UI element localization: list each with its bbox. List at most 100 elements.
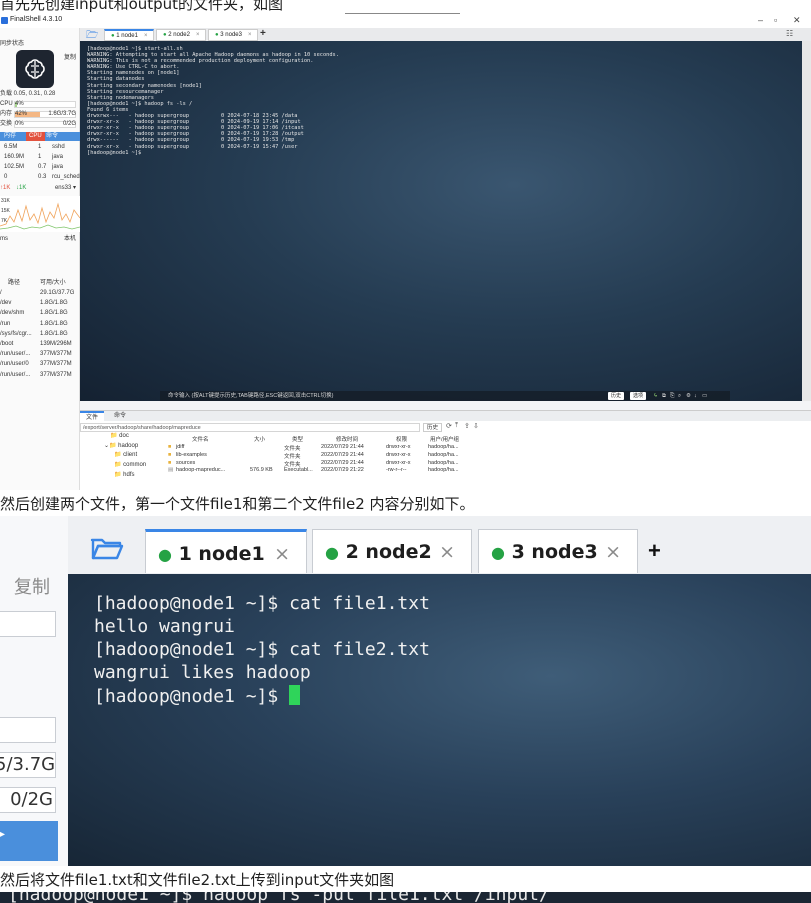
copy-button[interactable]: 复制 — [14, 573, 50, 599]
copy-icon[interactable]: ⧉ — [662, 391, 666, 401]
mem-value: 42% — [15, 111, 28, 117]
process-row[interactable]: 6.5M 1 sshd — [0, 142, 80, 152]
col-size[interactable]: 大小 — [254, 435, 265, 443]
path-input[interactable]: /export/server/hadoop/share/hadoop/mapre… — [80, 423, 420, 432]
file-owner: hadoop/ha... — [428, 467, 459, 474]
disk-path: /run/user/... — [0, 351, 31, 358]
disk-row[interactable]: /dev 1.8G/1.8G — [0, 298, 80, 308]
disk-row[interactable]: /run 1.8G/1.8G — [0, 319, 80, 329]
close-tab-icon[interactable]: × — [144, 33, 148, 39]
net-row: ↑1K ↓1K ens33 ▾ — [0, 183, 80, 193]
download-icon[interactable]: ↓ — [694, 391, 697, 401]
file-panel-tabs: 文件 命令 — [80, 411, 811, 423]
doc-paragraph-2: 然后创建两个文件，第一个文件file1和第二个文件file2 内容分别如下。 — [0, 494, 811, 514]
file-row[interactable]: ■ sources 文件夹 2022/07/29 21:44 drwxr-xr-x had… — [168, 460, 468, 468]
close-tab-icon[interactable]: × — [196, 32, 200, 38]
terminal-line: [hadoop@node1 ~]$ hadoop fs -put file1.t… — [8, 892, 550, 903]
proc-cmd: java — [52, 154, 64, 160]
gear-icon[interactable]: ⚙ — [686, 391, 691, 401]
close-tab-icon[interactable]: × — [605, 530, 621, 574]
sidebar-field — [0, 611, 56, 637]
file-row[interactable]: ■ lib-examples 文件夹 2022/07/29 21:44 drwxr-xr… — [168, 452, 468, 460]
tab-commands[interactable]: 命令 — [108, 411, 132, 421]
file-row[interactable]: ■ jdiff 文件夹 2022/07/29 21:44 drwxr-xr-x hadoo… — [168, 444, 468, 452]
tab-node3[interactable]: ● 3 node3 × — [478, 529, 638, 573]
terminal-screenshot-3: [hadoop@node1 ~]$ hadoop fs -put file1.t… — [0, 892, 811, 903]
terminal-scrollbar[interactable] — [802, 41, 811, 401]
disk-row[interactable]: /run/user/... 377M/377M — [0, 349, 80, 359]
tab-node2[interactable]: ● 2 node2 × — [312, 529, 472, 573]
tab-node3-label: 3 node3 — [220, 32, 242, 38]
tab-node1[interactable]: ● 1 node1 × — [104, 29, 154, 41]
tree-item-client[interactable]: 📁 client — [114, 451, 137, 458]
disk-row[interactable]: /boot 139M/296M — [0, 339, 80, 349]
tab-node1[interactable]: ● 1 node1 × — [145, 529, 307, 573]
refresh-icon[interactable]: ⟳ — [446, 422, 452, 430]
col-filename[interactable]: 文件名 — [192, 435, 209, 443]
upload-icon[interactable]: ⇪ — [464, 422, 470, 430]
doc-paragraph-3: 然后将文件file1.txt和文件file2.txt上传到input文件夹如图 — [0, 870, 811, 890]
col-perm[interactable]: 权限 — [396, 435, 407, 443]
tab-node3[interactable]: ● 3 node3 × — [208, 29, 258, 41]
folder-icon[interactable] — [90, 536, 124, 562]
file-mtime: 2022/07/29 21:22 — [321, 467, 364, 474]
cmd-option-button[interactable]: 选项 — [630, 392, 647, 400]
col-type[interactable]: 类型 — [292, 435, 303, 443]
disk-row[interactable]: /run/user/0 377M/377M — [0, 359, 80, 369]
process-row[interactable]: 0 0.3 rcu_sched — [0, 172, 80, 182]
file-row[interactable]: ▤ hadoop-mapreduc... 576.9 KB Executabl... 2… — [168, 467, 468, 475]
terminal-1[interactable]: [hadoop@node1 ~]$ start-all.sh WARNING: A… — [80, 41, 802, 401]
cpu-row: CPU 4% — [0, 99, 80, 109]
file-perm: drwxr-xr-x — [386, 444, 411, 450]
proc-col-cmd[interactable]: 命令 — [46, 132, 58, 141]
tab-node3-label: 3 node3 — [511, 541, 598, 563]
tree-item-hadoop[interactable]: ⌄📁 hadoop — [104, 442, 138, 449]
process-row[interactable]: 160.9M 1 java — [0, 152, 80, 162]
net-iface-select[interactable]: ens33 ▾ — [55, 183, 76, 193]
proc-col-mem[interactable]: 内存 — [4, 132, 16, 141]
load-value: 负载 0.05, 0.31, 0.28 — [0, 91, 56, 97]
proc-col-cpu[interactable]: CPU — [26, 132, 45, 141]
add-tab-icon[interactable]: + — [648, 538, 661, 564]
up-folder-icon[interactable]: ⤒ — [455, 422, 458, 430]
close-tab-icon[interactable]: × — [274, 532, 290, 576]
tab-files[interactable]: 文件 — [80, 411, 105, 423]
disk-size: 29.1G/37.7G — [40, 290, 75, 296]
close-tab-icon[interactable]: × — [439, 530, 455, 574]
disk-row[interactable]: /run/user/... 377M/377M — [0, 370, 80, 380]
close-tab-icon[interactable]: × — [248, 32, 252, 38]
close-icon[interactable]: ✕ — [793, 15, 801, 26]
terminal-line: wangrui likes hadoop — [94, 662, 311, 683]
command-input-bar[interactable]: 命令输入 (按ALT键提示历史,TAB键路径,ESC键返回,双击CTRL切换) … — [160, 391, 730, 401]
disk-row[interactable]: /dev/shm 1.8G/1.8G — [0, 308, 80, 318]
status-dot-icon: ● — [215, 32, 219, 38]
tree-item-hdfs[interactable]: 📁 hdfs — [114, 471, 134, 478]
tree-item-doc[interactable]: 📁 doc — [110, 432, 129, 439]
disk-row[interactable]: / 29.1G/37.7G — [0, 288, 80, 298]
col-mtime[interactable]: 修改时间 — [336, 435, 358, 443]
file-type: 文件夹 — [284, 446, 301, 452]
path-history-button[interactable]: 历史 — [423, 423, 443, 432]
minimize-icon[interactable]: – — [758, 15, 763, 25]
file-perm: drwxr-xr-x — [386, 451, 411, 458]
tab-node2[interactable]: ● 2 node2 × — [156, 29, 206, 41]
sync-status-row: 同步状态 — [0, 39, 80, 49]
maximize-icon[interactable]: ▫ — [774, 15, 777, 25]
process-row[interactable]: 102.5M 0.7 java — [0, 162, 80, 172]
col-owner[interactable]: 用户/用户组 — [430, 435, 459, 443]
brain-app-icon[interactable] — [16, 50, 54, 88]
grid-view-icon[interactable]: ☷ — [786, 29, 793, 38]
tree-item-common[interactable]: 📁 common — [114, 461, 146, 468]
disk-row[interactable]: /sys/fs/cgr... 1.8G/1.8G — [0, 329, 80, 339]
finalshell-screenshot-1: FinalShell 4.3.10 – ▫ ✕ 同步状态 复制 负载 0.05,… — [0, 14, 811, 490]
add-tab-icon[interactable]: + — [260, 28, 266, 39]
paste-icon[interactable]: ⎘ — [670, 391, 674, 401]
terminal-2[interactable]: [hadoop@node1 ~]$ cat file1.txt hello wa… — [68, 574, 811, 866]
search-icon[interactable]: ⌕ — [678, 391, 681, 401]
download-icon[interactable]: ⇩ — [473, 422, 479, 430]
tab-node1-label: 1 node1 — [116, 33, 138, 39]
copy-button[interactable]: 复制 — [64, 53, 76, 63]
cmd-history-button[interactable]: 历史 — [608, 392, 625, 400]
lightning-icon[interactable]: ϟ — [654, 391, 657, 401]
window-icon[interactable]: ▭ — [702, 391, 707, 401]
